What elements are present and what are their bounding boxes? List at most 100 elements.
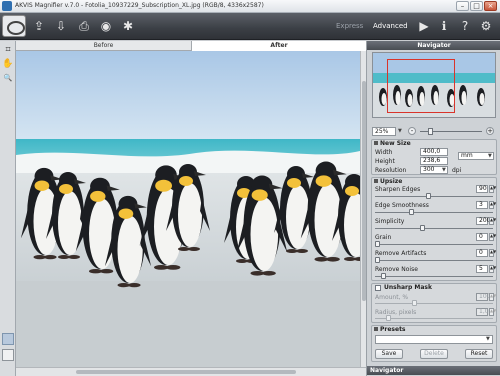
mode-advanced-link[interactable]: Advanced xyxy=(373,22,408,30)
presets-select[interactable] xyxy=(375,335,493,344)
resolution-label: Resolution xyxy=(375,167,407,174)
grain-spinner[interactable]: ▲▼ xyxy=(489,233,496,241)
title-bar: AKVIS Magnifier v.7.0 - Fotolia_10937229… xyxy=(0,0,500,13)
simplicity-slider[interactable] xyxy=(375,228,493,229)
export-icon[interactable]: ◉ xyxy=(97,17,115,35)
split-view-icon[interactable] xyxy=(2,349,14,361)
amount-spinner[interactable]: ▲▼ xyxy=(489,293,496,301)
zoom-in-button[interactable]: + xyxy=(486,127,494,135)
upsize-group: Upsize Sharpen Edges 90 ▲▼ Edge Smoothne… xyxy=(371,177,497,281)
upsize-title: Upsize xyxy=(380,178,403,185)
edge-smoothness-field[interactable]: 3 xyxy=(476,201,488,209)
batch-settings-icon[interactable]: ✱ xyxy=(119,17,137,35)
unsharp-mask-group: Unsharp Mask Amount, % 100 ▲▼ Radius, pi… xyxy=(371,283,497,323)
remove-artifacts-slider[interactable] xyxy=(375,260,493,261)
reset-button[interactable]: Reset xyxy=(465,349,493,359)
sharpen-edges-knob[interactable] xyxy=(425,193,431,199)
zoom-slider-knob[interactable] xyxy=(428,128,433,135)
navigator-footer-header: Navigator xyxy=(367,366,500,375)
image-canvas[interactable] xyxy=(16,51,360,367)
window-title: AKVIS Magnifier v.7.0 - Fotolia_10937229… xyxy=(15,2,264,9)
view-tabs: Before After xyxy=(16,41,366,51)
remove-noise-knob[interactable] xyxy=(380,273,386,279)
mode-express-link[interactable]: Express xyxy=(336,22,363,30)
zoom-tool-icon[interactable]: 🔍 xyxy=(2,72,14,84)
width-field[interactable]: 400,0 xyxy=(420,148,448,156)
radius-knob[interactable] xyxy=(386,315,392,321)
horizontal-scrollbar[interactable] xyxy=(16,367,366,376)
radius-slider[interactable] xyxy=(375,318,493,319)
edge-smoothness-spinner[interactable]: ▲▼ xyxy=(489,201,496,209)
open-file-icon[interactable]: ⇪ xyxy=(30,17,48,35)
tab-after[interactable]: After xyxy=(191,41,366,51)
simplicity-field[interactable]: 200 xyxy=(476,217,490,225)
zoom-controls: 25% ▼ - + xyxy=(372,127,496,136)
minimize-button[interactable]: – xyxy=(456,1,469,11)
remove-noise-spinner[interactable]: ▲▼ xyxy=(489,265,496,273)
print-icon[interactable]: ⎙ xyxy=(75,17,93,35)
height-field[interactable]: 238,6 xyxy=(420,157,448,165)
sharpen-edges-slider[interactable] xyxy=(375,196,493,197)
amount-label: Amount, % xyxy=(375,294,409,301)
amount-knob[interactable] xyxy=(412,300,418,306)
save-preset-button[interactable]: Save xyxy=(375,349,403,359)
remove-artifacts-field[interactable]: 0 xyxy=(476,249,488,257)
navigator-preview[interactable] xyxy=(372,52,496,118)
navigator-view-rectangle[interactable] xyxy=(387,59,455,113)
grain-slider[interactable] xyxy=(375,244,493,245)
presets-collapse-icon[interactable] xyxy=(374,327,378,331)
zoom-value-field[interactable]: 25% xyxy=(372,127,396,136)
tab-before[interactable]: Before xyxy=(16,41,191,51)
presets-dropdown-arrow-icon[interactable]: ▼ xyxy=(486,336,490,342)
akvis-logo-icon[interactable] xyxy=(2,15,26,37)
navigator-header: Navigator xyxy=(367,41,500,50)
unsharp-mask-checkbox[interactable] xyxy=(375,285,381,291)
presets-title: Presets xyxy=(380,326,406,333)
edge-smoothness-slider[interactable] xyxy=(375,212,493,213)
height-label: Height xyxy=(375,158,395,165)
grain-knob[interactable] xyxy=(375,241,380,247)
zoom-dropdown-arrow-icon[interactable]: ▼ xyxy=(398,128,402,134)
sharpen-edges-label: Sharpen Edges xyxy=(375,186,421,193)
hand-tool-icon[interactable]: ✋ xyxy=(2,58,14,70)
new-size-group: New Size Width 400,0 Height 238,6 Resolu… xyxy=(371,139,497,175)
app-icon xyxy=(2,1,12,11)
remove-artifacts-spinner[interactable]: ▲▼ xyxy=(489,249,496,257)
info-icon[interactable]: ℹ xyxy=(435,17,453,35)
new-size-collapse-icon[interactable] xyxy=(374,141,378,145)
resolution-dropdown-arrow-icon[interactable]: ▼ xyxy=(442,167,446,173)
horizontal-scroll-thumb[interactable] xyxy=(76,370,296,374)
simplicity-knob[interactable] xyxy=(420,225,426,231)
unsharp-mask-title: Unsharp Mask xyxy=(384,284,432,291)
tool-strip: ⌗ ✋ 🔍 xyxy=(0,41,16,376)
remove-artifacts-knob[interactable] xyxy=(375,257,380,263)
remove-noise-slider[interactable] xyxy=(375,276,493,277)
before-after-toggle-icon[interactable] xyxy=(2,333,14,345)
maximize-button[interactable]: □ xyxy=(470,1,483,11)
radius-spinner[interactable]: ▲▼ xyxy=(489,308,496,316)
edge-smoothness-knob[interactable] xyxy=(408,209,414,215)
upsize-collapse-icon[interactable] xyxy=(374,179,378,183)
units-dropdown-arrow-icon[interactable]: ▼ xyxy=(488,153,492,159)
close-button[interactable]: × xyxy=(484,1,497,11)
penguin-photo xyxy=(16,51,360,367)
radius-field[interactable]: 1,0 xyxy=(476,308,489,316)
remove-noise-field[interactable]: 5 xyxy=(476,265,488,273)
simplicity-spinner[interactable]: ▲▼ xyxy=(489,217,496,225)
run-icon[interactable]: ▶ xyxy=(415,17,433,35)
amount-field[interactable]: 100 xyxy=(476,293,490,301)
help-icon[interactable]: ? xyxy=(456,17,474,35)
grain-field[interactable]: 0 xyxy=(476,233,488,241)
crop-tool-icon[interactable]: ⌗ xyxy=(2,44,14,56)
settings-panel: Navigator 25% ▼ - + New Size Width 400,0… xyxy=(366,41,500,376)
main-toolbar: ⇪ ⇩ ⎙ ◉ ✱ Express Advanced ▶ ℹ ? ⚙ xyxy=(0,13,500,40)
zoom-out-button[interactable]: - xyxy=(408,127,416,135)
preferences-gear-icon[interactable]: ⚙ xyxy=(477,17,495,35)
width-label: Width xyxy=(375,149,393,156)
sharpen-edges-spinner[interactable]: ▲▼ xyxy=(489,185,496,193)
delete-preset-button[interactable]: Delete xyxy=(420,349,448,359)
new-size-title: New Size xyxy=(380,140,411,147)
amount-slider[interactable] xyxy=(375,303,493,304)
sharpen-edges-field[interactable]: 90 xyxy=(476,185,488,193)
save-file-icon[interactable]: ⇩ xyxy=(52,17,70,35)
